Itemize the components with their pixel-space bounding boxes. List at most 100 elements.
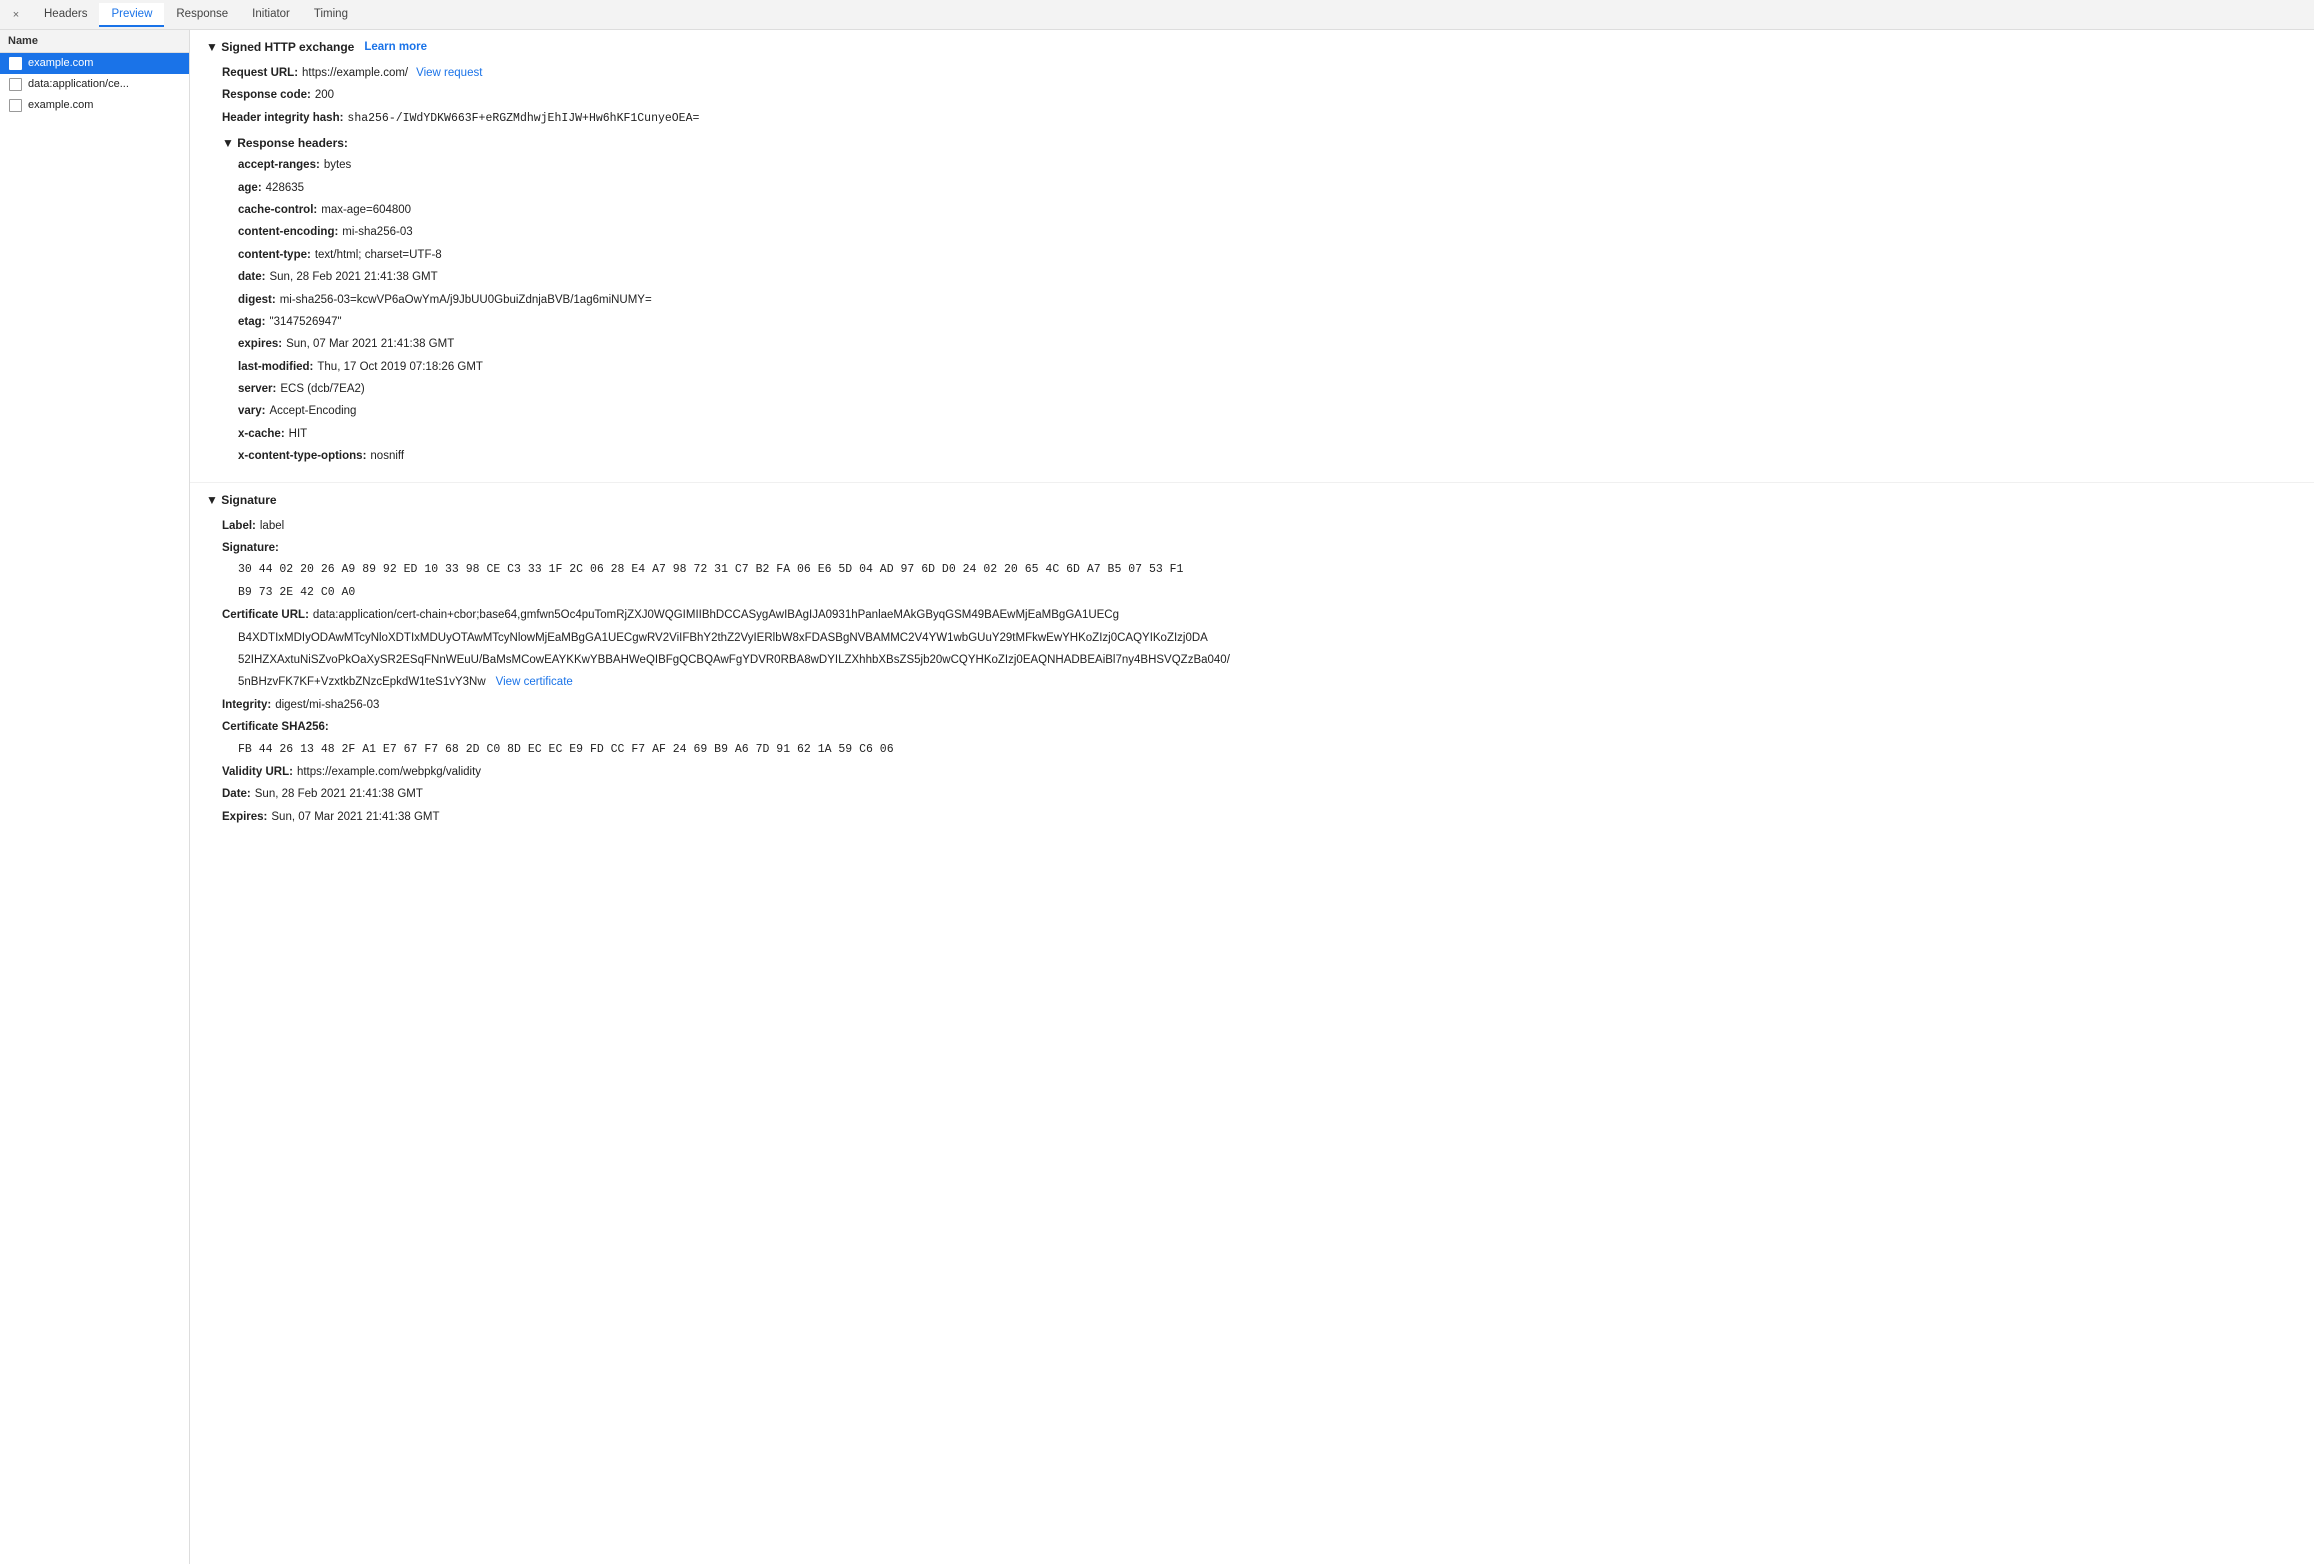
response-headers-list: accept-ranges: bytesage: 428635cache-con… <box>206 154 2298 467</box>
file-icon-0 <box>8 56 22 70</box>
sidebar-item-1[interactable]: data:application/ce... <box>0 74 189 95</box>
date-value: Sun, 28 Feb 2021 21:41:38 GMT <box>255 785 423 803</box>
tab-initiator[interactable]: Initiator <box>240 3 302 27</box>
response-header-key: cache-control: <box>238 201 317 219</box>
main-layout: Name example.com data:application/ce... … <box>0 30 2314 1564</box>
response-headers-subsection: ▼ Response headers: accept-ranges: bytes… <box>206 130 2298 471</box>
cert-url-key: Certificate URL: <box>222 606 309 624</box>
response-header-value: 428635 <box>266 179 304 197</box>
cert-url-line3: 52IHZXAxtuNiSZvoPkOaXySR2ESqFNnWEuU/BaMs… <box>238 651 1230 669</box>
response-header-key: content-type: <box>238 246 311 264</box>
cert-url-line4-row: 5nBHzvFK7KF+VzxtkbZNzcEpkdW1teS1vY3Nw Vi… <box>206 671 2298 693</box>
tab-bar: × Headers Preview Response Initiator Tim… <box>0 0 2314 30</box>
sig-label-row: Label: label <box>206 515 2298 537</box>
response-code-row: Response code: 200 <box>206 84 2298 106</box>
response-header-row: etag: "3147526947" <box>206 311 2298 333</box>
response-header-key: accept-ranges: <box>238 156 320 174</box>
content-area: ▼ Signed HTTP exchange Learn more Reques… <box>190 30 2314 1564</box>
cert-url-line2: B4XDTIxMDIyODAwMTcyNloXDTIxMDUyOTAwMTcyN… <box>238 629 1208 647</box>
response-header-value: "3147526947" <box>269 313 341 331</box>
sig-signature-line1: 30 44 02 20 26 A9 89 92 ED 10 33 98 CE C… <box>238 561 1183 579</box>
tab-response[interactable]: Response <box>164 3 240 27</box>
response-header-key: x-content-type-options: <box>238 447 366 465</box>
validity-url-row: Validity URL: https://example.com/webpkg… <box>206 761 2298 783</box>
sig-signature-line2: B9 73 2E 42 C0 A0 <box>238 584 355 602</box>
view-request-link[interactable]: View request <box>416 64 482 82</box>
header-integrity-value: sha256-/IWdYDKW663F+eRGZMdhwjEhIJW+Hw6hK… <box>347 110 699 128</box>
response-header-row: accept-ranges: bytes <box>206 154 2298 176</box>
response-header-key: digest: <box>238 291 276 309</box>
response-header-row: vary: Accept-Encoding <box>206 400 2298 422</box>
request-url-label: Request URL: <box>222 64 298 82</box>
sig-signature-line1-row: 30 44 02 20 26 A9 89 92 ED 10 33 98 CE C… <box>206 559 2298 581</box>
expires-value: Sun, 07 Mar 2021 21:41:38 GMT <box>271 808 439 826</box>
cert-sha256-value: FB 44 26 13 48 2F A1 E7 67 F7 68 2D C0 8… <box>238 741 894 759</box>
response-headers-title-text: ▼ Response headers: <box>222 136 348 150</box>
response-header-key: server: <box>238 380 276 398</box>
signature-section: ▼ Signature Label: label Signature: 30 4… <box>190 483 2314 838</box>
response-header-key: x-cache: <box>238 425 285 443</box>
cert-url-row: Certificate URL: data:application/cert-c… <box>206 604 2298 626</box>
response-header-value: Accept-Encoding <box>270 402 357 420</box>
response-header-key: expires: <box>238 335 282 353</box>
response-header-row: content-type: text/html; charset=UTF-8 <box>206 244 2298 266</box>
date-row: Date: Sun, 28 Feb 2021 21:41:38 GMT <box>206 783 2298 805</box>
request-url-row: Request URL: https://example.com/ View r… <box>206 62 2298 84</box>
response-header-key: last-modified: <box>238 358 313 376</box>
response-header-row: age: 428635 <box>206 177 2298 199</box>
tab-preview[interactable]: Preview <box>99 3 164 27</box>
sidebar: Name example.com data:application/ce... … <box>0 30 190 1564</box>
cert-url-value: data:application/cert-chain+cbor;base64,… <box>313 606 1119 624</box>
sidebar-item-label-1: data:application/ce... <box>28 78 129 90</box>
response-header-row: expires: Sun, 07 Mar 2021 21:41:38 GMT <box>206 333 2298 355</box>
response-code-value: 200 <box>315 86 334 104</box>
response-header-value: max-age=604800 <box>321 201 411 219</box>
response-headers-title: ▼ Response headers: <box>206 134 2298 154</box>
tab-close-icon[interactable]: × <box>8 7 24 23</box>
signed-exchange-section: ▼ Signed HTTP exchange Learn more Reques… <box>190 30 2314 483</box>
response-header-key: content-encoding: <box>238 223 338 241</box>
response-header-value: nosniff <box>370 447 404 465</box>
tab-timing[interactable]: Timing <box>302 3 360 27</box>
expires-row: Expires: Sun, 07 Mar 2021 21:41:38 GMT <box>206 806 2298 828</box>
integrity-value: digest/mi-sha256-03 <box>275 696 379 714</box>
header-integrity-row: Header integrity hash: sha256-/IWdYDKW66… <box>206 107 2298 130</box>
response-header-value: bytes <box>324 156 352 174</box>
signed-exchange-title-text: ▼ Signed HTTP exchange <box>206 40 354 54</box>
expires-key: Expires: <box>222 808 267 826</box>
response-header-key: etag: <box>238 313 265 331</box>
header-integrity-label: Header integrity hash: <box>222 109 343 127</box>
sidebar-item-label-2: example.com <box>28 99 93 111</box>
response-header-key: vary: <box>238 402 266 420</box>
tab-headers[interactable]: Headers <box>32 3 99 27</box>
response-code-label: Response code: <box>222 86 311 104</box>
date-key: Date: <box>222 785 251 803</box>
sidebar-header: Name <box>0 30 189 53</box>
response-header-key: age: <box>238 179 262 197</box>
validity-url-key: Validity URL: <box>222 763 293 781</box>
cert-url-line2-row: B4XDTIxMDIyODAwMTcyNloXDTIxMDUyOTAwMTcyN… <box>206 627 2298 649</box>
response-header-value: mi-sha256-03=kcwVP6aOwYmA/j9JbUU0GbuiZdn… <box>280 291 652 309</box>
response-header-key: date: <box>238 268 265 286</box>
cert-sha256-row: Certificate SHA256: <box>206 716 2298 738</box>
response-header-row: digest: mi-sha256-03=kcwVP6aOwYmA/j9JbUU… <box>206 289 2298 311</box>
signature-section-title: ▼ Signature <box>206 493 2298 507</box>
sig-signature-key: Signature: <box>222 539 279 557</box>
sidebar-item-2[interactable]: example.com <box>0 95 189 116</box>
view-certificate-link[interactable]: View certificate <box>496 673 573 691</box>
response-header-row: content-encoding: mi-sha256-03 <box>206 221 2298 243</box>
sig-signature-line2-row: B9 73 2E 42 C0 A0 <box>206 582 2298 604</box>
response-header-value: text/html; charset=UTF-8 <box>315 246 442 264</box>
response-header-value: Thu, 17 Oct 2019 07:18:26 GMT <box>317 358 483 376</box>
sig-label-key: Label: <box>222 517 256 535</box>
sig-signature-row: Signature: <box>206 537 2298 559</box>
signed-exchange-title: ▼ Signed HTTP exchange Learn more <box>206 40 2298 54</box>
cert-url-line3-row: 52IHZXAxtuNiSZvoPkOaXySR2ESqFNnWEuU/BaMs… <box>206 649 2298 671</box>
sidebar-item-0[interactable]: example.com <box>0 53 189 74</box>
response-header-value: mi-sha256-03 <box>342 223 412 241</box>
response-header-row: cache-control: max-age=604800 <box>206 199 2298 221</box>
cert-url-line4: 5nBHzvFK7KF+VzxtkbZNzcEpkdW1teS1vY3Nw <box>238 673 486 691</box>
response-header-row: server: ECS (dcb/7EA2) <box>206 378 2298 400</box>
cert-sha256-key: Certificate SHA256: <box>222 718 329 736</box>
learn-more-link[interactable]: Learn more <box>364 41 427 53</box>
